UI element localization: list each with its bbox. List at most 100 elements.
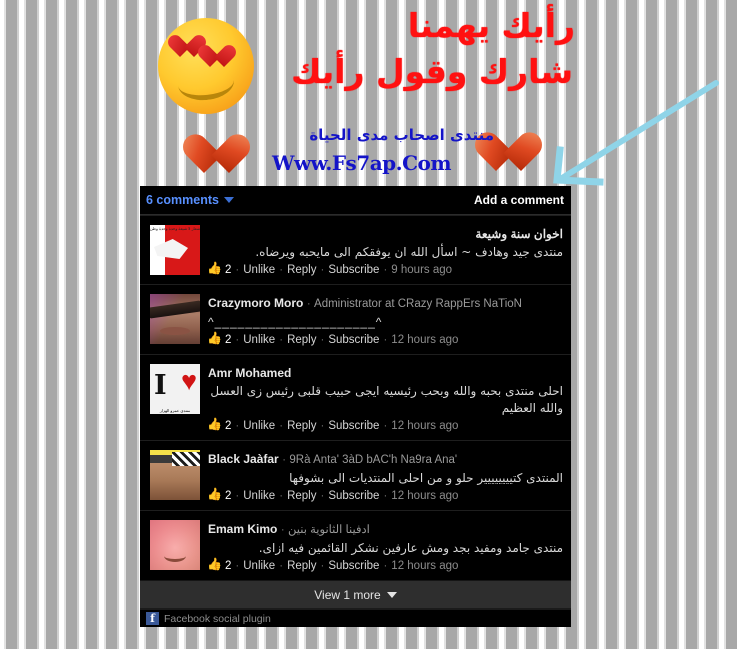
comment-namerow: اخوان سنة وشيعة <box>208 226 563 242</box>
separator: · <box>235 420 240 432</box>
facebook-comments-plugin: 6 comments Add a comment شعار لا شيعة وح… <box>140 186 571 627</box>
reply-button[interactable]: Reply <box>287 490 316 502</box>
like-count: 2 <box>225 334 232 346</box>
comment-affiliation: ادفينا الثانوية بنين <box>288 524 370 536</box>
comment-author[interactable]: Black Jaàfar <box>208 452 279 466</box>
comment-affiliation: Administrator at CRazy RappErs NaTioN <box>314 298 522 310</box>
comment-timestamp[interactable]: 9 hours ago <box>391 264 452 276</box>
like-count: 2 <box>225 264 232 276</box>
subscribe-button[interactable]: Subscribe <box>328 560 379 572</box>
thumbs-up-icon <box>207 417 222 432</box>
view-more-button[interactable]: View 1 more <box>140 580 571 608</box>
comment-item: منتدى عمرو الهزار Amr Mohamed احلى منتدى… <box>140 354 571 440</box>
avatar[interactable]: منتدى عمرو الهزار <box>150 364 200 414</box>
heart-icon <box>193 134 239 176</box>
comment-namerow: Crazymoro Moro · Administrator at CRazy … <box>208 295 563 312</box>
comment-timestamp[interactable]: 12 hours ago <box>391 334 458 346</box>
banner-subtitle: منتدى اصحاب مدى الحياة <box>309 126 494 144</box>
comments-header: 6 comments Add a comment <box>140 186 571 215</box>
comment-namerow: Amr Mohamed <box>208 365 563 381</box>
unlike-button[interactable]: Unlike <box>243 490 275 502</box>
separator: · <box>383 490 388 502</box>
thumbs-up-icon <box>207 331 222 346</box>
comment-author[interactable]: Emam Kimo <box>208 522 277 536</box>
arrow-pointer-icon <box>553 80 719 186</box>
separator: · <box>235 334 240 346</box>
banner-headline-secondary: شارك وقول رأيك <box>291 52 573 91</box>
separator: · <box>320 560 325 572</box>
comment-body: Black Jaàfar · 9Rà Anta' 3àD bAC'h Na9ra… <box>207 450 563 502</box>
separator: · <box>306 296 311 310</box>
site-banner: رأيك يهمنا شارك وقول رأيك منتدى اصحاب مد… <box>0 0 737 186</box>
unlike-button[interactable]: Unlike <box>243 264 275 276</box>
add-comment-link[interactable]: Add a comment <box>474 193 564 207</box>
comment-text: المنتدى كتيييييييير حلو و من احلى المنتد… <box>289 471 563 485</box>
thumbs-up-icon <box>207 557 222 572</box>
comment-item: Emam Kimo · ادفينا الثانوية بنين منتدى ج… <box>140 510 571 580</box>
like-count: 2 <box>225 490 232 502</box>
avatar[interactable] <box>150 450 200 500</box>
comment-timestamp[interactable]: 12 hours ago <box>391 490 458 502</box>
comment-actions: 2 · Unlike · Reply · Subscribe · 12 hour… <box>207 557 563 572</box>
comment-text: منتدى جيد وهادف ~ اسأل الله ان يوفقكم ال… <box>255 245 563 259</box>
reply-button[interactable]: Reply <box>287 420 316 432</box>
banner-site-url: Www.Fs7ap.Com <box>272 151 452 175</box>
thumbs-up-icon <box>207 261 222 276</box>
separator: · <box>235 264 240 276</box>
separator: · <box>279 560 284 572</box>
separator: · <box>279 264 284 276</box>
subscribe-button[interactable]: Subscribe <box>328 264 379 276</box>
comment-author[interactable]: Crazymoro Moro <box>208 296 303 310</box>
avatar[interactable] <box>150 294 200 344</box>
banner-headline-primary: رأيك يهمنا <box>407 6 575 45</box>
comments-count-label: 6 comments <box>146 193 219 207</box>
like-count: 2 <box>225 420 232 432</box>
comment-item: شعار لا شيعة وحدة وحدة وطن اخوان سنة وشي… <box>140 215 571 284</box>
comment-text: احلى منتدى بحبه والله وبحب رئيسيه ايجى ح… <box>210 384 563 415</box>
comment-actions: 2 · Unlike · Reply · Subscribe · 12 hour… <box>207 487 563 502</box>
avatar[interactable]: شعار لا شيعة وحدة وحدة وطن <box>150 225 200 275</box>
separator: · <box>383 334 388 346</box>
comment-author[interactable]: اخوان سنة وشيعة <box>475 227 563 241</box>
separator: · <box>383 560 388 572</box>
comment-body: اخوان سنة وشيعة منتدى جيد وهادف ~ اسأل ا… <box>207 225 563 276</box>
separator: · <box>383 264 388 276</box>
separator: · <box>282 452 287 466</box>
comment-namerow: Emam Kimo · ادفينا الثانوية بنين <box>208 521 563 538</box>
separator: · <box>235 490 240 502</box>
comment-item: Black Jaàfar · 9Rà Anta' 3àD bAC'h Na9ra… <box>140 440 571 510</box>
avatar[interactable] <box>150 520 200 570</box>
comment-body: Amr Mohamed احلى منتدى بحبه والله وبحب ر… <box>207 364 563 432</box>
unlike-button[interactable]: Unlike <box>243 420 275 432</box>
unlike-button[interactable]: Unlike <box>243 334 275 346</box>
separator: · <box>280 522 285 536</box>
comment-actions: 2 · Unlike · Reply · Subscribe · 12 hour… <box>207 331 563 346</box>
reply-button[interactable]: Reply <box>287 334 316 346</box>
comment-author[interactable]: Amr Mohamed <box>208 366 291 380</box>
unlike-button[interactable]: Unlike <box>243 560 275 572</box>
subscribe-button[interactable]: Subscribe <box>328 334 379 346</box>
comment-timestamp[interactable]: 12 hours ago <box>391 420 458 432</box>
chevron-down-icon <box>386 591 397 598</box>
like-count: 2 <box>225 560 232 572</box>
reply-button[interactable]: Reply <box>287 560 316 572</box>
comment-actions: 2 · Unlike · Reply · Subscribe · 12 hour… <box>207 417 563 432</box>
avatar-caption: منتدى عمرو الهزار <box>159 408 191 413</box>
chevron-down-icon <box>223 197 234 203</box>
separator: · <box>235 560 240 572</box>
separator: · <box>279 490 284 502</box>
comment-text: منتدى جامد ومفيد بجد ومش عارفين نشكر الق… <box>258 541 563 555</box>
separator: · <box>279 334 284 346</box>
separator: · <box>320 264 325 276</box>
reply-button[interactable]: Reply <box>287 264 316 276</box>
separator: · <box>320 490 325 502</box>
comment-body: Crazymoro Moro · Administrator at CRazy … <box>207 294 563 346</box>
view-more-label: View 1 more <box>314 587 381 602</box>
comment-namerow: Black Jaàfar · 9Rà Anta' 3àD bAC'h Na9ra… <box>208 451 563 468</box>
comment-timestamp[interactable]: 12 hours ago <box>391 560 458 572</box>
comment-text: ^_____________________^ <box>208 315 383 329</box>
comments-count-toggle[interactable]: 6 comments <box>146 193 234 207</box>
comment-item: Crazymoro Moro · Administrator at CRazy … <box>140 284 571 354</box>
subscribe-button[interactable]: Subscribe <box>328 490 379 502</box>
subscribe-button[interactable]: Subscribe <box>328 420 379 432</box>
